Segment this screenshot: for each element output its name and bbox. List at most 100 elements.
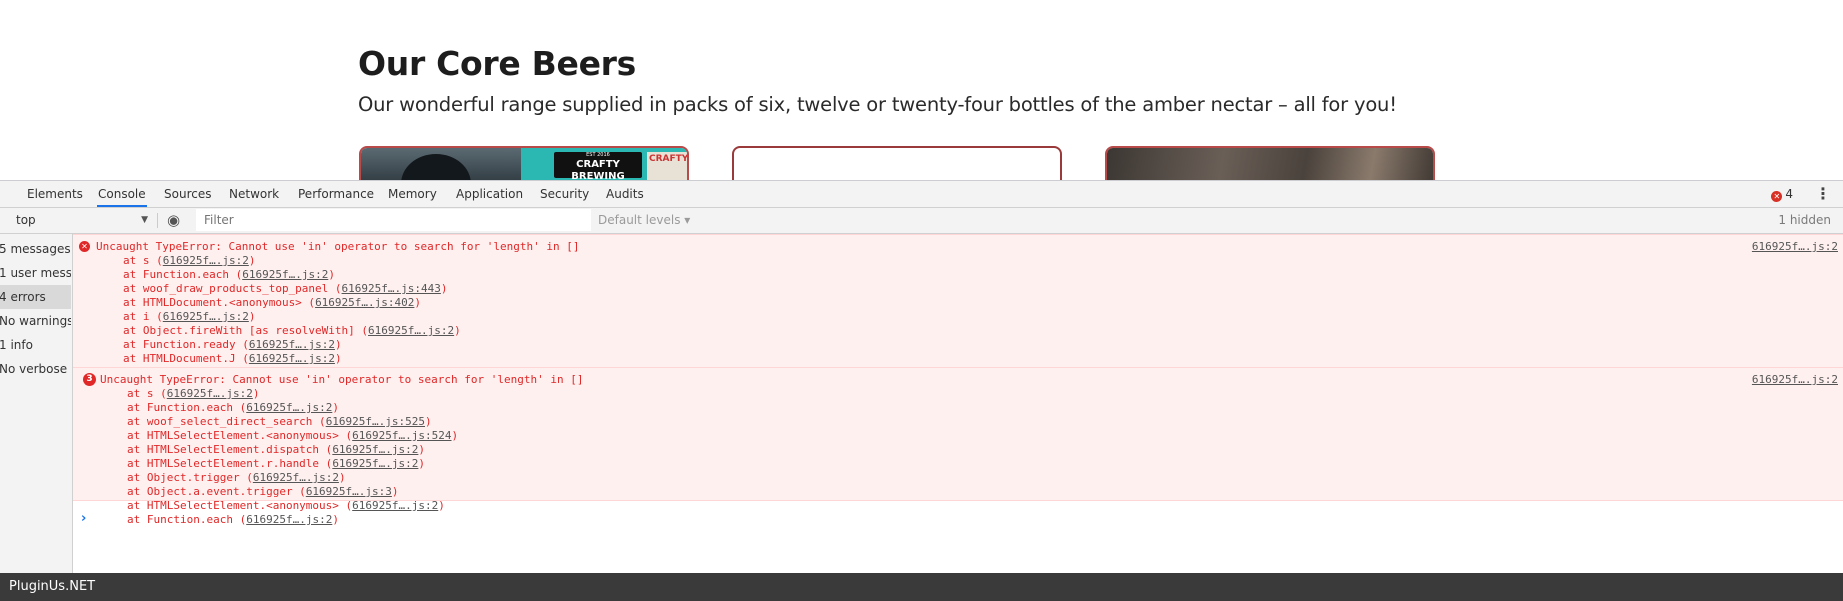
stack-frame-close: ) bbox=[334, 352, 342, 365]
stack-frame-function: at HTMLSelectElement.r.handle ( bbox=[127, 457, 333, 470]
page-subtitle: Our wonderful range supplied in packs of… bbox=[358, 93, 1397, 116]
tab-network[interactable]: Network bbox=[229, 181, 279, 207]
stack-frame-close: ) bbox=[332, 401, 339, 414]
stack-frame: at Object.trigger (616925f….js:2) bbox=[127, 471, 458, 485]
console-log: ✕ Uncaught TypeError: Cannot use 'in' op… bbox=[73, 234, 1843, 574]
footer-bar: PluginUs.NET bbox=[0, 573, 1843, 601]
sidebar-item-info[interactable]: 1 info bbox=[0, 333, 71, 357]
more-options-icon[interactable]: ⋮ bbox=[1815, 181, 1831, 207]
stack-frame-link[interactable]: 616925f….js:402 bbox=[315, 296, 414, 309]
sidebar-item-warnings[interactable]: No warnings bbox=[0, 309, 71, 333]
stack-frame: at Object.a.event.trigger (616925f….js:3… bbox=[127, 485, 458, 499]
stack-frame-link[interactable]: 616925f….js:2 bbox=[246, 401, 332, 414]
product-label: EST 2016 CRAFTY BREWING bbox=[554, 152, 642, 180]
stack-frame: at woof_select_direct_search (616925f….j… bbox=[127, 415, 458, 429]
stack-frame-link[interactable]: 616925f….js:2 bbox=[253, 471, 339, 484]
source-link[interactable]: 616925f….js:2 bbox=[1752, 240, 1838, 253]
stack-frame-close: ) bbox=[334, 338, 342, 351]
product-card[interactable]: EST 2016 CRAFTY BREWING CRAFTY bbox=[359, 146, 689, 180]
stack-frame: at s (616925f….js:2) bbox=[123, 254, 461, 268]
tab-elements[interactable]: Elements bbox=[27, 181, 83, 207]
tab-sources[interactable]: Sources bbox=[164, 181, 211, 207]
stack-trace: at s (616925f….js:2) at Function.each (61… bbox=[123, 254, 461, 366]
stack-frame-link[interactable]: 616925f….js:525 bbox=[326, 415, 425, 428]
stack-frame-link[interactable]: 616925f….js:2 bbox=[242, 268, 328, 281]
stack-frame-link[interactable]: 616925f….js:2 bbox=[332, 457, 418, 470]
hidden-count: 1 hidden bbox=[1778, 213, 1831, 227]
sidebar-item-messages[interactable]: 5 messages bbox=[0, 237, 71, 261]
tab-application[interactable]: Application bbox=[456, 181, 523, 207]
stack-frame-link[interactable]: 616925f….js:2 bbox=[352, 499, 438, 512]
log-levels-dropdown[interactable]: Default levels ▾ bbox=[598, 208, 690, 233]
stack-frame-close: ) bbox=[328, 268, 335, 281]
eye-icon[interactable]: ◉ bbox=[167, 208, 180, 233]
stack-frame-function: at HTMLSelectElement.<anonymous> ( bbox=[127, 429, 353, 442]
product-label-brand: CRAFTY BREWING bbox=[571, 159, 625, 180]
stack-frame-function: at Function.ready ( bbox=[123, 338, 249, 351]
stack-frame: at Function.each (616925f….js:2) bbox=[123, 268, 461, 282]
stack-frame-function: at HTMLSelectElement.<anonymous> ( bbox=[127, 499, 353, 512]
stack-frame-close: ) bbox=[425, 415, 432, 428]
product-card[interactable] bbox=[1105, 146, 1435, 180]
stack-frame-link[interactable]: 616925f….js:2 bbox=[163, 310, 249, 323]
source-link[interactable]: 616925f….js:2 bbox=[1752, 373, 1838, 386]
stack-frame-link[interactable]: 616925f….js:2 bbox=[249, 352, 335, 365]
stack-frame-close: ) bbox=[418, 443, 426, 456]
stack-frame-function: at s ( bbox=[123, 254, 163, 267]
stack-frame-link[interactable]: 616925f….js:3 bbox=[306, 485, 392, 498]
stack-frame-function: at HTMLDocument.J ( bbox=[123, 352, 249, 365]
tab-memory[interactable]: Memory bbox=[388, 181, 437, 207]
stack-frame-link[interactable]: 616925f….js:2 bbox=[332, 443, 418, 456]
context-selector[interactable]: top ▼ bbox=[16, 208, 148, 233]
web-page: Our Core Beers Our wonderful range suppl… bbox=[0, 0, 1843, 180]
error-icon: ✕ bbox=[79, 241, 90, 252]
stack-frame: at HTMLDocument.J (616925f….js:2) bbox=[123, 352, 461, 366]
stack-frame-function: at HTMLSelectElement.dispatch ( bbox=[127, 443, 333, 456]
stack-frame: at Object.fireWith [as resolveWith] (616… bbox=[123, 324, 461, 338]
message-text: Uncaught TypeError: Cannot use 'in' oper… bbox=[100, 373, 584, 386]
console-message[interactable]: ✕ Uncaught TypeError: Cannot use 'in' op… bbox=[73, 234, 1843, 368]
stack-frame-link[interactable]: 616925f….js:443 bbox=[342, 282, 441, 295]
filter-input[interactable] bbox=[196, 209, 591, 231]
error-count: 4 bbox=[1785, 187, 1793, 201]
console-message[interactable]: 3 Uncaught TypeError: Cannot use 'in' op… bbox=[73, 367, 1843, 526]
stack-frame-link[interactable]: 616925f….js:2 bbox=[167, 387, 253, 400]
stack-frame-function: at HTMLDocument.<anonymous> ( bbox=[123, 296, 316, 309]
tab-security[interactable]: Security bbox=[540, 181, 589, 207]
stack-frame-function: at i ( bbox=[123, 310, 163, 323]
stack-frame-close: ) bbox=[338, 471, 346, 484]
stack-frame-close: ) bbox=[418, 457, 426, 470]
stack-frame-function: at s ( bbox=[127, 387, 167, 400]
devtools-tabbar: Elements Console Sources Network Perform… bbox=[0, 181, 1843, 208]
stack-frame-link[interactable]: 616925f….js:2 bbox=[163, 254, 249, 267]
sidebar-item-errors[interactable]: 4 errors bbox=[0, 285, 71, 309]
stack-frame-close: ) bbox=[454, 324, 461, 337]
error-count-icon: 3 bbox=[83, 373, 96, 386]
stack-trace: at s (616925f….js:2) at Function.each (61… bbox=[127, 387, 458, 527]
stack-frame: at Function.each (616925f….js:2) bbox=[127, 513, 458, 527]
stack-frame: at HTMLSelectElement.<anonymous> (616925… bbox=[127, 429, 458, 443]
stack-frame: at Function.each (616925f….js:2) bbox=[127, 401, 458, 415]
stack-frame-function: at Object.a.event.trigger ( bbox=[127, 485, 306, 498]
sidebar-item-user-messages[interactable]: 1 user messages bbox=[0, 261, 71, 285]
stack-frame-close: ) bbox=[248, 254, 256, 267]
tab-performance[interactable]: Performance bbox=[298, 181, 374, 207]
product-card[interactable] bbox=[732, 146, 1062, 180]
tab-audits[interactable]: Audits bbox=[606, 181, 644, 207]
error-counter[interactable]: ✕ 4 bbox=[1771, 181, 1793, 207]
stack-frame-link[interactable]: 616925f….js:2 bbox=[368, 324, 454, 337]
stack-frame-link[interactable]: 616925f….js:524 bbox=[352, 429, 451, 442]
stack-frame-close: ) bbox=[332, 513, 339, 526]
stack-frame-function: at woof_select_direct_search ( bbox=[127, 415, 326, 428]
console-prompt[interactable]: › bbox=[81, 511, 86, 526]
product-image bbox=[1107, 148, 1433, 180]
stack-frame-close: ) bbox=[248, 310, 256, 323]
tab-console[interactable]: Console bbox=[97, 181, 147, 207]
sidebar-item-verbose[interactable]: No verbose bbox=[0, 357, 71, 381]
stack-frame-function: at woof_draw_products_top_panel ( bbox=[123, 282, 342, 295]
stack-frame-link[interactable]: 616925f….js:2 bbox=[246, 513, 332, 526]
product-label-est: EST 2016 bbox=[586, 152, 610, 158]
console-sidebar: 5 messages 1 user messages 4 errors No w… bbox=[0, 234, 73, 574]
stack-frame-link[interactable]: 616925f….js:2 bbox=[249, 338, 335, 351]
stack-frame: at HTMLSelectElement.dispatch (616925f….… bbox=[127, 443, 458, 457]
